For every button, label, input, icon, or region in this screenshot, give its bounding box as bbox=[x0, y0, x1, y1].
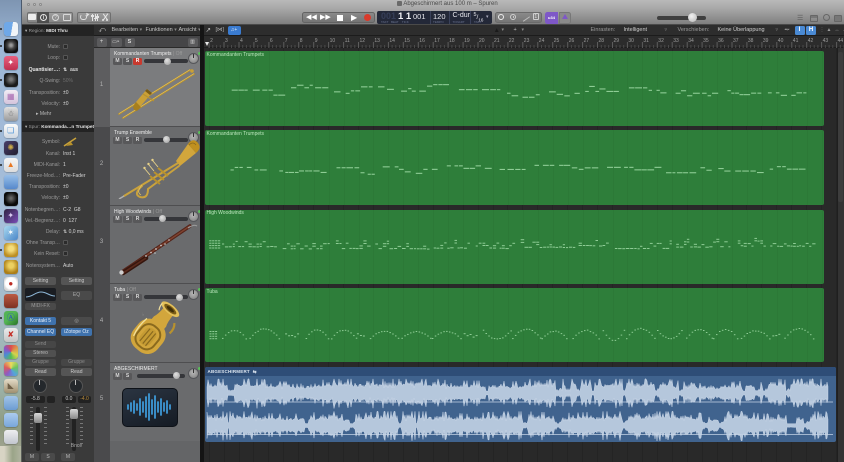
svg-text:♭: ♭ bbox=[142, 312, 144, 318]
